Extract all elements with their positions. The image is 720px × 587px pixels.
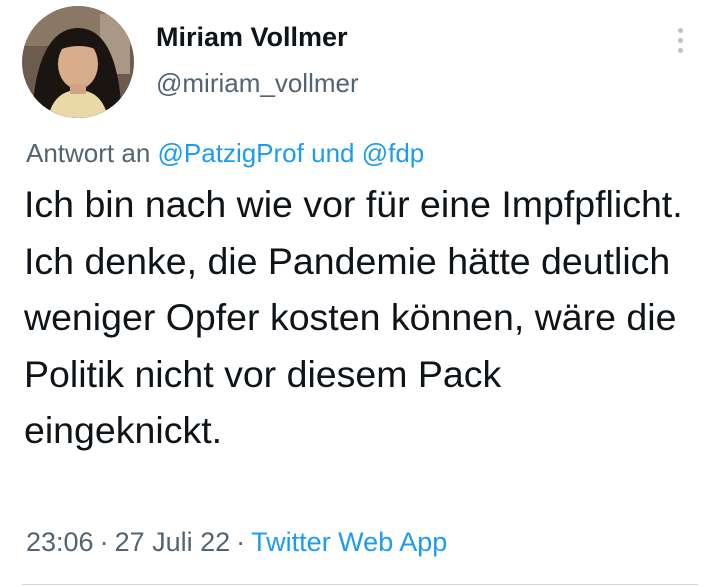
tweet-meta: 23:06 · 27 Juli 22 · Twitter Web App: [26, 527, 447, 558]
mention-link-patzigprof[interactable]: @PatzigProf: [158, 138, 304, 168]
reply-conjunction: und: [311, 138, 355, 168]
tweet-text: Ich bin nach wie vor für eine Impfpflich…: [24, 183, 683, 451]
tweet-time[interactable]: 23:06: [26, 527, 94, 557]
mention-link-fdp[interactable]: @fdp: [362, 138, 425, 168]
more-vertical-icon: [677, 37, 683, 43]
avatar-image: [22, 6, 134, 118]
avatar[interactable]: [22, 6, 134, 118]
reply-context: Antwort an @PatzigProf und @fdp: [26, 138, 424, 169]
more-vertical-icon: [677, 47, 683, 53]
tweet-source-link[interactable]: Twitter Web App: [251, 527, 447, 557]
more-vertical-icon: [677, 27, 683, 33]
divider: [22, 584, 698, 585]
meta-separator: ·: [99, 527, 109, 557]
tweet-card: Miriam Vollmer @miriam_vollmer Antwort a…: [0, 0, 720, 587]
author-display-name[interactable]: Miriam Vollmer: [156, 22, 348, 53]
tweet-date[interactable]: 27 Juli 22: [115, 527, 231, 557]
reply-prefix: Antwort an: [26, 138, 151, 168]
meta-separator: ·: [236, 527, 246, 557]
author-handle[interactable]: @miriam_vollmer: [156, 68, 359, 99]
more-options-button[interactable]: [664, 22, 696, 58]
